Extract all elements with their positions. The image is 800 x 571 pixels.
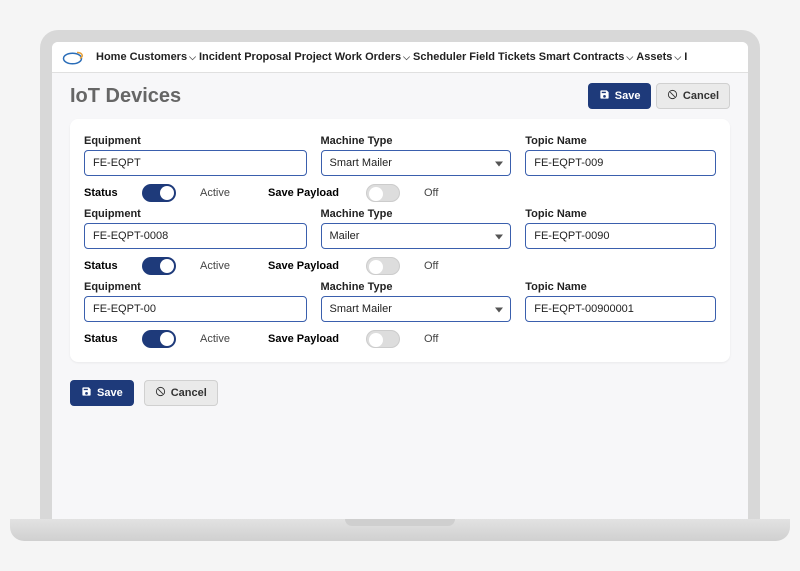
nav-item-smart-contracts[interactable]: Smart Contracts⌵ [539, 51, 633, 63]
machine-type-label: Machine Type [321, 281, 512, 293]
footer-actions: Save Cancel [70, 380, 730, 406]
save-payload-toggle[interactable] [366, 330, 400, 348]
device-status-row: Status Active Save Payload Off [84, 184, 716, 202]
save-payload-text: Off [424, 260, 474, 272]
nav-item-scheduler[interactable]: Scheduler [413, 51, 466, 63]
nav-item-incident[interactable]: Incident [199, 51, 241, 63]
equipment-label: Equipment [84, 281, 307, 293]
device-status-row: Status Active Save Payload Off [84, 330, 716, 348]
chevron-down-icon: ⌵ [189, 52, 196, 63]
save-payload-label: Save Payload [268, 260, 358, 272]
chevron-down-icon: ⌵ [674, 52, 681, 63]
save-button-label: Save [97, 387, 123, 399]
nav-item-label: Smart Contracts [539, 51, 625, 63]
top-nav: Home Customers⌵ Incident Proposal Projec… [52, 42, 748, 73]
cancel-button-label: Cancel [683, 90, 719, 102]
chevron-down-icon: ⌵ [626, 52, 633, 63]
nav-item-home[interactable]: Home [96, 51, 127, 63]
nav-item-customers[interactable]: Customers⌵ [130, 51, 196, 63]
equipment-label: Equipment [84, 208, 307, 220]
device-row: Equipment Machine Type Smart Mailer Topic N… [84, 281, 716, 322]
save-icon [599, 89, 610, 103]
status-text: Active [200, 260, 260, 272]
machine-type-label: Machine Type [321, 135, 512, 147]
machine-type-select[interactable]: Smart Mailer [321, 296, 512, 322]
save-button-label: Save [615, 90, 641, 102]
equipment-label: Equipment [84, 135, 307, 147]
topic-name-input[interactable] [525, 223, 716, 249]
page-body: IoT Devices Save Cancel Equipment Machine… [52, 73, 748, 521]
nav-item-label: I [684, 51, 687, 63]
topic-name-input[interactable] [525, 150, 716, 176]
laptop-notch [345, 519, 455, 526]
cancel-icon [155, 386, 166, 400]
topic-name-label: Topic Name [525, 281, 716, 293]
nav-item-label: Project [294, 51, 331, 63]
save-button[interactable]: Save [588, 83, 652, 109]
save-payload-label: Save Payload [268, 333, 358, 345]
nav-item-label: Home [96, 51, 127, 63]
save-payload-text: Off [424, 187, 474, 199]
status-toggle[interactable] [142, 330, 176, 348]
nav-item-label: Proposal [244, 51, 291, 63]
nav-item-field-tickets[interactable]: Field Tickets [469, 51, 535, 63]
laptop-base [10, 519, 790, 541]
nav-item-assets[interactable]: Assets⌵ [636, 51, 681, 63]
nav-item-i[interactable]: I [684, 51, 687, 63]
nav-item-work-orders[interactable]: Work Orders⌵ [335, 51, 410, 63]
machine-type-select[interactable]: Smart Mailer [321, 150, 512, 176]
save-button-footer[interactable]: Save [70, 380, 134, 406]
device-row: Equipment Machine Type Smart Mailer Topic N… [84, 135, 716, 176]
cancel-button-label: Cancel [171, 387, 207, 399]
topic-name-input[interactable] [525, 296, 716, 322]
app-logo-icon [62, 48, 86, 66]
status-text: Active [200, 187, 260, 199]
nav-item-label: Scheduler [413, 51, 466, 63]
nav-item-label: Customers [130, 51, 187, 63]
status-label: Status [84, 333, 134, 345]
status-text: Active [200, 333, 260, 345]
equipment-input[interactable] [84, 150, 307, 176]
header-actions: Save Cancel [588, 83, 730, 109]
status-label: Status [84, 260, 134, 272]
page-title: IoT Devices [70, 85, 181, 108]
nav-item-label: Incident [199, 51, 241, 63]
chevron-down-icon: ⌵ [403, 52, 410, 63]
save-payload-text: Off [424, 333, 474, 345]
nav-item-project[interactable]: Project [294, 51, 331, 63]
cancel-button[interactable]: Cancel [656, 83, 730, 109]
status-toggle[interactable] [142, 184, 176, 202]
nav-item-label: Work Orders [335, 51, 401, 63]
nav-item-label: Field Tickets [469, 51, 535, 63]
status-label: Status [84, 187, 134, 199]
device-status-row: Status Active Save Payload Off [84, 257, 716, 275]
machine-type-select[interactable]: Mailer [321, 223, 512, 249]
save-payload-label: Save Payload [268, 187, 358, 199]
cancel-button-footer[interactable]: Cancel [144, 380, 218, 406]
nav-item-label: Assets [636, 51, 672, 63]
nav-item-proposal[interactable]: Proposal [244, 51, 291, 63]
save-payload-toggle[interactable] [366, 257, 400, 275]
save-icon [81, 386, 92, 400]
app-screen: Home Customers⌵ Incident Proposal Projec… [52, 42, 748, 521]
equipment-input[interactable] [84, 223, 307, 249]
cancel-icon [667, 89, 678, 103]
topic-name-label: Topic Name [525, 135, 716, 147]
machine-type-label: Machine Type [321, 208, 512, 220]
devices-card: Equipment Machine Type Smart Mailer Topic N… [70, 119, 730, 362]
page-header: IoT Devices Save Cancel [70, 83, 730, 109]
device-row: Equipment Machine Type Mailer Topic Name [84, 208, 716, 249]
laptop-frame: Home Customers⌵ Incident Proposal Projec… [40, 30, 760, 521]
topic-name-label: Topic Name [525, 208, 716, 220]
equipment-input[interactable] [84, 296, 307, 322]
save-payload-toggle[interactable] [366, 184, 400, 202]
status-toggle[interactable] [142, 257, 176, 275]
